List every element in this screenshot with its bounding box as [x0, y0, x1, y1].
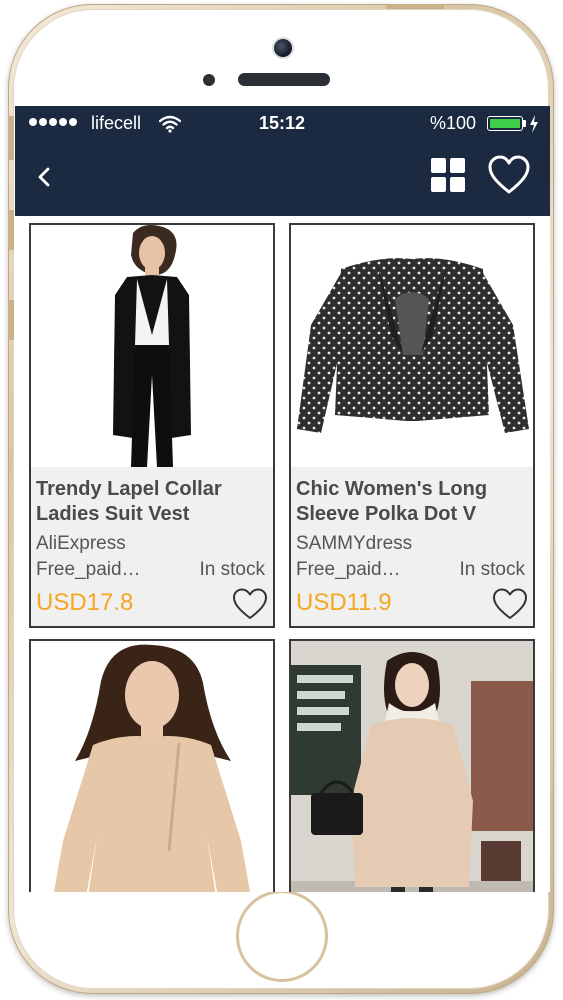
status-bar: lifecell 15:12 %100 — [15, 106, 550, 142]
product-stock: In stock — [459, 559, 525, 580]
front-camera — [274, 39, 292, 57]
product-price: USD11.9 — [296, 589, 392, 616]
mute-switch — [8, 116, 14, 160]
product-image-beige-top[interactable] — [31, 641, 273, 892]
carrier-name: lifecell — [91, 113, 142, 133]
product-info: Trendy Lapel Collar Ladies Suit Vest Ali… — [31, 467, 273, 626]
earpiece-speaker — [238, 73, 330, 86]
product-info: Chic Women's Long Sleeve Polka Dot V SAM… — [291, 467, 533, 626]
status-time: 15:12 — [259, 113, 306, 133]
battery-icon — [487, 116, 523, 131]
product-store: SAMMYdress — [296, 533, 413, 554]
signal-strength-icon — [29, 118, 77, 126]
volume-up-button — [8, 210, 14, 250]
product-card[interactable] — [29, 639, 275, 892]
favorites-heart-icon[interactable] — [487, 154, 531, 196]
chevron-left-icon[interactable] — [31, 160, 57, 194]
charging-bolt-icon — [530, 115, 538, 133]
grid-view-icon[interactable] — [429, 156, 467, 194]
app-screen: lifecell 15:12 %100 Trendy Lapel Collar … — [15, 106, 550, 892]
product-card[interactable]: Chic Women's Long Sleeve Polka Dot V SAM… — [289, 223, 535, 628]
product-price: USD17.8 — [36, 589, 134, 616]
product-stock: In stock — [199, 559, 265, 580]
product-title[interactable]: Trendy Lapel Collar Ladies Suit Vest — [36, 477, 272, 527]
product-title[interactable]: Chic Women's Long Sleeve Polka Dot V — [296, 477, 532, 527]
favorite-heart-icon[interactable] — [231, 587, 269, 621]
product-image-polka-jacket[interactable] — [291, 225, 533, 467]
product-image-beige-coat[interactable] — [291, 641, 533, 892]
home-button[interactable] — [236, 890, 328, 982]
favorite-heart-icon[interactable] — [491, 587, 529, 621]
product-shipping: Free_paid… — [36, 559, 141, 580]
power-button — [386, 4, 444, 9]
wifi-icon — [159, 115, 181, 133]
nav-bar — [15, 146, 550, 216]
product-card[interactable] — [289, 639, 535, 892]
app-header: lifecell 15:12 %100 — [15, 106, 550, 216]
battery-tip — [523, 120, 526, 127]
product-store: AliExpress — [36, 533, 126, 554]
product-card[interactable]: Trendy Lapel Collar Ladies Suit Vest Ali… — [29, 223, 275, 628]
battery-percentage: %100 — [430, 113, 477, 133]
product-image-vest[interactable] — [31, 225, 273, 467]
product-shipping: Free_paid… — [296, 559, 401, 580]
volume-down-button — [8, 300, 14, 340]
proximity-sensor — [203, 74, 215, 86]
